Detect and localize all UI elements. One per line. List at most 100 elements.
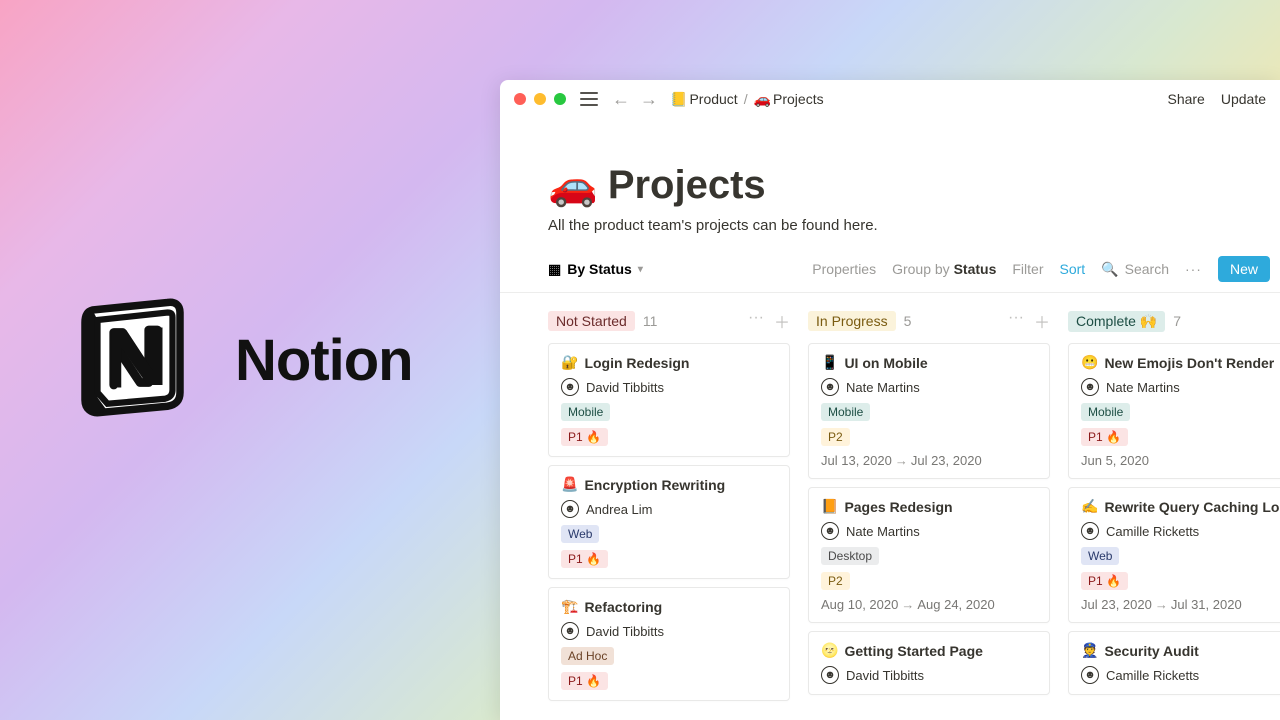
sort-button[interactable]: Sort	[1060, 261, 1086, 277]
tag: Desktop	[821, 547, 879, 565]
avatar-icon: ☻	[1081, 666, 1099, 684]
chevron-down-icon: ▾	[638, 264, 643, 275]
avatar-icon: ☻	[1081, 378, 1099, 396]
column-more-button[interactable]: ···	[1008, 309, 1024, 333]
minimize-window-button[interactable]	[534, 93, 546, 105]
card-tags: Mobile	[821, 403, 1037, 421]
board-card[interactable]: 🌝Getting Started Page☻David Tibbitts	[808, 631, 1050, 695]
card-title: 🌝Getting Started Page	[821, 642, 1037, 659]
column-header: In Progress5···＋	[808, 307, 1050, 335]
board-card[interactable]: 📱UI on Mobile☻Nate MartinsMobileP2Jul 13…	[808, 343, 1050, 479]
page-icon[interactable]: 🚗	[548, 162, 598, 209]
card-priority: P1 🔥	[561, 428, 777, 446]
breadcrumb-label: Product	[689, 91, 737, 107]
column-add-button[interactable]: ＋	[1034, 309, 1050, 333]
card-tags: Ad Hoc	[561, 647, 777, 665]
column-more-button[interactable]: ···	[748, 309, 764, 333]
view-switcher[interactable]: ▦ By Status ▾	[548, 261, 643, 278]
new-button[interactable]: New	[1218, 256, 1270, 282]
breadcrumb-item-projects[interactable]: 🚗Projects	[754, 91, 824, 108]
board-card[interactable]: 👮Security Audit☻Camille Ricketts	[1068, 631, 1280, 695]
card-icon: 🔐	[561, 354, 578, 371]
properties-button[interactable]: Properties	[812, 261, 876, 277]
board-card[interactable]: ✍️Rewrite Query Caching Logic☻Camille Ri…	[1068, 487, 1280, 623]
avatar-icon: ☻	[821, 522, 839, 540]
board-card[interactable]: 🚨Encryption Rewriting☻Andrea LimWebP1 🔥	[548, 465, 790, 579]
updates-button[interactable]: Update	[1221, 91, 1266, 107]
card-icon: 📙	[821, 498, 838, 515]
card-assignee: ☻David Tibbitts	[561, 622, 777, 640]
forward-button[interactable]: →	[640, 90, 658, 108]
column-status-badge[interactable]: In Progress	[808, 311, 896, 331]
maximize-window-button[interactable]	[554, 93, 566, 105]
card-title: ✍️Rewrite Query Caching Logic	[1081, 498, 1280, 515]
card-icon: 🌝	[821, 642, 838, 659]
card-priority: P1 🔥	[1081, 572, 1280, 590]
column-header: Not Started11···＋	[548, 307, 790, 335]
card-assignee: ☻David Tibbitts	[561, 378, 777, 396]
nav-buttons: ← →	[612, 90, 658, 108]
card-icon: 👮	[1081, 642, 1098, 659]
app-window: ← → 📒Product / 🚗Projects Share Update 🚗 …	[500, 80, 1280, 720]
page-header: 🚗 Projects All the product team's projec…	[500, 118, 1280, 242]
card-tags: Desktop	[821, 547, 1037, 565]
avatar-icon: ☻	[821, 378, 839, 396]
view-name: By Status	[567, 261, 632, 277]
more-button[interactable]: ···	[1185, 261, 1202, 277]
share-button[interactable]: Share	[1167, 91, 1204, 107]
board-card[interactable]: 🔐Login Redesign ☻David Tibbitts Mobile P1 🔥	[548, 343, 790, 457]
page-title-text[interactable]: Projects	[608, 163, 766, 208]
priority-tag: P1 🔥	[561, 672, 608, 690]
column-add-button[interactable]: ＋	[774, 309, 790, 333]
tag: Mobile	[821, 403, 870, 421]
filter-button[interactable]: Filter	[1012, 261, 1043, 277]
card-priority: P1 🔥	[561, 672, 777, 690]
board-column: Not Started11···＋🔐Login Redesign☻David T…	[548, 307, 790, 720]
breadcrumb-separator: /	[744, 91, 748, 107]
breadcrumb: 📒Product / 🚗Projects	[670, 91, 824, 108]
board-card[interactable]: 🏗️Refactoring ☻David Tibbitts Ad Hoc P1 🔥	[548, 587, 790, 701]
card-priority: P2	[821, 572, 1037, 590]
tag: Mobile	[561, 403, 610, 421]
card-dates: Jul 23, 2020→Jul 31, 2020	[1081, 597, 1280, 612]
board-card[interactable]: 😬New Emojis Don't Render ☻Nate Martins Mob…	[1068, 343, 1280, 479]
card-title: 📱UI on Mobile	[821, 354, 1037, 371]
card-assignee: ☻Nate Martins	[821, 522, 1037, 540]
card-title: 🏗️Refactoring	[561, 598, 777, 615]
card-dates: Jul 13, 2020→Jul 23, 2020	[821, 453, 1037, 468]
card-title: 🔐Login Redesign	[561, 354, 777, 371]
avatar-icon: ☻	[561, 622, 579, 640]
card-assignee: ☻Camille Ricketts	[1081, 666, 1280, 684]
priority-tag: P1 🔥	[561, 428, 608, 446]
breadcrumb-label: Projects	[773, 91, 824, 107]
card-icon: 😬	[1081, 354, 1098, 371]
card-priority: P1 🔥	[561, 550, 777, 568]
board-card[interactable]: 📙Pages Redesign☻Nate MartinsDesktopP2Aug…	[808, 487, 1050, 623]
close-window-button[interactable]	[514, 93, 526, 105]
column-status-badge[interactable]: Not Started	[548, 311, 635, 331]
card-dates: Jun 5, 2020	[1081, 453, 1280, 468]
column-count: 7	[1173, 313, 1181, 329]
column-header: Complete 🙌 7	[1068, 307, 1280, 335]
avatar-icon: ☻	[561, 500, 579, 518]
titlebar: ← → 📒Product / 🚗Projects Share Update	[500, 80, 1280, 118]
card-assignee: ☻Andrea Lim	[561, 500, 777, 518]
avatar-icon: ☻	[821, 666, 839, 684]
tag: Web	[1081, 547, 1119, 565]
card-assignee: ☻Nate Martins	[1081, 378, 1280, 396]
tag: Mobile	[1081, 403, 1130, 421]
back-button[interactable]: ←	[612, 90, 630, 108]
card-tags: Web	[1081, 547, 1280, 565]
card-tags: Web	[561, 525, 777, 543]
breadcrumb-item-product[interactable]: 📒Product	[670, 91, 738, 108]
groupby-button[interactable]: Group by Status	[892, 261, 996, 277]
column-status-badge[interactable]: Complete 🙌	[1068, 311, 1165, 332]
card-assignee: ☻Nate Martins	[821, 378, 1037, 396]
card-title: 😬New Emojis Don't Render	[1081, 354, 1280, 371]
avatar-icon: ☻	[1081, 522, 1099, 540]
page-description[interactable]: All the product team's projects can be f…	[548, 217, 1280, 234]
search-button[interactable]: 🔍 Search	[1101, 261, 1169, 278]
tag: Web	[561, 525, 599, 543]
sidebar-toggle-button[interactable]	[580, 92, 598, 106]
priority-tag: P1 🔥	[1081, 572, 1128, 590]
